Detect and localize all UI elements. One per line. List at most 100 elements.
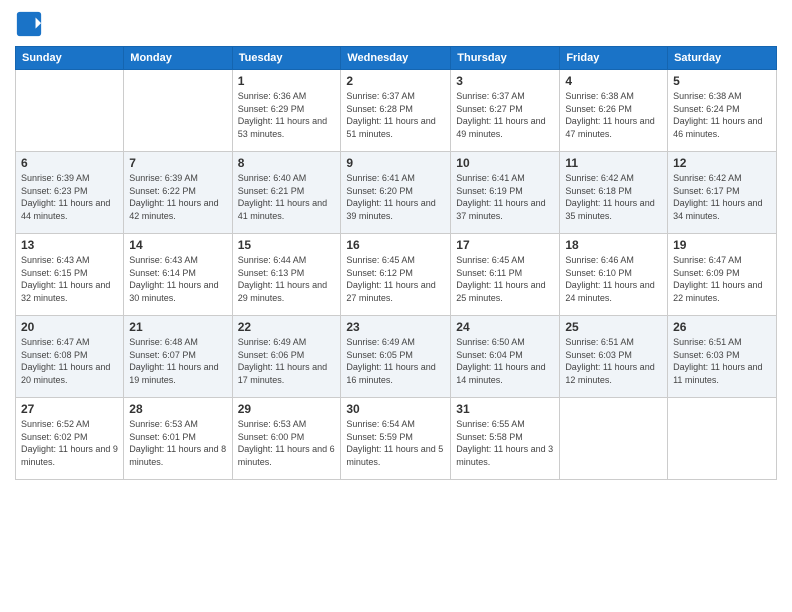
weekday-header-wednesday: Wednesday <box>341 47 451 70</box>
day-info: Sunrise: 6:47 AM Sunset: 6:08 PM Dayligh… <box>21 336 118 386</box>
day-number: 29 <box>238 402 336 416</box>
day-info: Sunrise: 6:38 AM Sunset: 6:24 PM Dayligh… <box>673 90 771 140</box>
day-cell: 19Sunrise: 6:47 AM Sunset: 6:09 PM Dayli… <box>668 234 777 316</box>
day-number: 1 <box>238 74 336 88</box>
day-cell: 23 Sunrise: 6:49 AM Sunset: 6:05 PM Dayli… <box>341 316 451 398</box>
day-cell <box>16 70 124 152</box>
weekday-header-saturday: Saturday <box>668 47 777 70</box>
day-number: 14 <box>129 238 226 252</box>
day-info: Sunrise: 6:42 AM Sunset: 6:17 PM Dayligh… <box>673 172 771 222</box>
day-cell: 7Sunrise: 6:39 AM Sunset: 6:22 PM Daylig… <box>124 152 232 234</box>
day-info: Sunrise: 6:39 AM Sunset: 6:23 PM Dayligh… <box>21 172 118 222</box>
day-info: Sunrise: 6:49 AM Sunset: 6:05 PM Dayligh… <box>346 336 445 386</box>
day-cell: 14 Sunrise: 6:43 AM Sunset: 6:14 PM Dayli… <box>124 234 232 316</box>
day-number: 5 <box>673 74 771 88</box>
day-info: Sunrise: 6:42 AM Sunset: 6:18 PM Dayligh… <box>565 172 662 222</box>
day-number: 23 <box>346 320 445 334</box>
day-cell: 13 Sunrise: 6:43 AM Sunset: 6:15 PM Dayli… <box>16 234 124 316</box>
day-info: Sunrise: 6:43 AM Sunset: 6:14 PM Dayligh… <box>129 254 226 304</box>
day-cell: 29Sunrise: 6:53 AM Sunset: 6:00 PM Dayli… <box>232 398 341 480</box>
day-cell: 1 Sunrise: 6:36 AM Sunset: 6:29 PM Daylig… <box>232 70 341 152</box>
weekday-header-sunday: Sunday <box>16 47 124 70</box>
day-cell: 17 Sunrise: 6:45 AM Sunset: 6:11 PM Dayli… <box>451 234 560 316</box>
weekday-header-monday: Monday <box>124 47 232 70</box>
day-number: 10 <box>456 156 554 170</box>
day-cell <box>124 70 232 152</box>
logo-icon <box>15 10 43 38</box>
day-number: 21 <box>129 320 226 334</box>
day-cell: 22 Sunrise: 6:49 AM Sunset: 6:06 PM Dayli… <box>232 316 341 398</box>
day-number: 20 <box>21 320 118 334</box>
day-number: 2 <box>346 74 445 88</box>
day-info: Sunrise: 6:41 AM Sunset: 6:20 PM Dayligh… <box>346 172 445 222</box>
day-number: 16 <box>346 238 445 252</box>
day-cell: 3Sunrise: 6:37 AM Sunset: 6:27 PM Daylig… <box>451 70 560 152</box>
day-number: 31 <box>456 402 554 416</box>
day-cell: 6 Sunrise: 6:39 AM Sunset: 6:23 PM Daylig… <box>16 152 124 234</box>
day-cell: 27Sunrise: 6:52 AM Sunset: 6:02 PM Dayli… <box>16 398 124 480</box>
day-number: 13 <box>21 238 118 252</box>
day-info: Sunrise: 6:36 AM Sunset: 6:29 PM Dayligh… <box>238 90 336 140</box>
day-info: Sunrise: 6:54 AM Sunset: 5:59 PM Dayligh… <box>346 418 445 468</box>
day-number: 9 <box>346 156 445 170</box>
day-info: Sunrise: 6:45 AM Sunset: 6:12 PM Dayligh… <box>346 254 445 304</box>
day-cell: 28Sunrise: 6:53 AM Sunset: 6:01 PM Dayli… <box>124 398 232 480</box>
day-number: 11 <box>565 156 662 170</box>
day-info: Sunrise: 6:44 AM Sunset: 6:13 PM Dayligh… <box>238 254 336 304</box>
day-cell: 26 Sunrise: 6:51 AM Sunset: 6:03 PM Dayli… <box>668 316 777 398</box>
day-info: Sunrise: 6:38 AM Sunset: 6:26 PM Dayligh… <box>565 90 662 140</box>
day-number: 7 <box>129 156 226 170</box>
day-number: 19 <box>673 238 771 252</box>
day-cell: 20 Sunrise: 6:47 AM Sunset: 6:08 PM Dayli… <box>16 316 124 398</box>
day-cell: 16 Sunrise: 6:45 AM Sunset: 6:12 PM Dayli… <box>341 234 451 316</box>
day-cell: 24 Sunrise: 6:50 AM Sunset: 6:04 PM Dayli… <box>451 316 560 398</box>
day-number: 15 <box>238 238 336 252</box>
day-info: Sunrise: 6:46 AM Sunset: 6:10 PM Dayligh… <box>565 254 662 304</box>
day-cell: 4 Sunrise: 6:38 AM Sunset: 6:26 PM Daylig… <box>560 70 668 152</box>
day-cell <box>560 398 668 480</box>
day-info: Sunrise: 6:37 AM Sunset: 6:27 PM Dayligh… <box>456 90 554 140</box>
day-number: 4 <box>565 74 662 88</box>
weekday-header-friday: Friday <box>560 47 668 70</box>
calendar-table: SundayMondayTuesdayWednesdayThursdayFrid… <box>15 46 777 480</box>
day-info: Sunrise: 6:41 AM Sunset: 6:19 PM Dayligh… <box>456 172 554 222</box>
day-cell: 9 Sunrise: 6:41 AM Sunset: 6:20 PM Daylig… <box>341 152 451 234</box>
week-row-3: 13 Sunrise: 6:43 AM Sunset: 6:15 PM Dayli… <box>16 234 777 316</box>
day-cell <box>668 398 777 480</box>
header <box>15 10 777 38</box>
day-number: 30 <box>346 402 445 416</box>
day-number: 27 <box>21 402 118 416</box>
day-cell: 21 Sunrise: 6:48 AM Sunset: 6:07 PM Dayli… <box>124 316 232 398</box>
week-row-4: 20 Sunrise: 6:47 AM Sunset: 6:08 PM Dayli… <box>16 316 777 398</box>
day-info: Sunrise: 6:45 AM Sunset: 6:11 PM Dayligh… <box>456 254 554 304</box>
day-info: Sunrise: 6:37 AM Sunset: 6:28 PM Dayligh… <box>346 90 445 140</box>
day-cell: 2 Sunrise: 6:37 AM Sunset: 6:28 PM Daylig… <box>341 70 451 152</box>
day-info: Sunrise: 6:51 AM Sunset: 6:03 PM Dayligh… <box>673 336 771 386</box>
weekday-header-thursday: Thursday <box>451 47 560 70</box>
weekday-header-tuesday: Tuesday <box>232 47 341 70</box>
day-info: Sunrise: 6:43 AM Sunset: 6:15 PM Dayligh… <box>21 254 118 304</box>
weekday-header-row: SundayMondayTuesdayWednesdayThursdayFrid… <box>16 47 777 70</box>
week-row-5: 27Sunrise: 6:52 AM Sunset: 6:02 PM Dayli… <box>16 398 777 480</box>
day-info: Sunrise: 6:40 AM Sunset: 6:21 PM Dayligh… <box>238 172 336 222</box>
day-number: 17 <box>456 238 554 252</box>
day-cell: 18 Sunrise: 6:46 AM Sunset: 6:10 PM Dayli… <box>560 234 668 316</box>
week-row-1: 1 Sunrise: 6:36 AM Sunset: 6:29 PM Daylig… <box>16 70 777 152</box>
logo <box>15 10 45 38</box>
day-cell: 12Sunrise: 6:42 AM Sunset: 6:17 PM Dayli… <box>668 152 777 234</box>
day-cell: 8Sunrise: 6:40 AM Sunset: 6:21 PM Daylig… <box>232 152 341 234</box>
day-number: 26 <box>673 320 771 334</box>
day-number: 22 <box>238 320 336 334</box>
day-number: 24 <box>456 320 554 334</box>
day-info: Sunrise: 6:49 AM Sunset: 6:06 PM Dayligh… <box>238 336 336 386</box>
day-cell: 31Sunrise: 6:55 AM Sunset: 5:58 PM Dayli… <box>451 398 560 480</box>
day-number: 28 <box>129 402 226 416</box>
day-info: Sunrise: 6:50 AM Sunset: 6:04 PM Dayligh… <box>456 336 554 386</box>
day-number: 18 <box>565 238 662 252</box>
day-number: 25 <box>565 320 662 334</box>
day-cell: 25Sunrise: 6:51 AM Sunset: 6:03 PM Dayli… <box>560 316 668 398</box>
day-info: Sunrise: 6:48 AM Sunset: 6:07 PM Dayligh… <box>129 336 226 386</box>
day-number: 6 <box>21 156 118 170</box>
calendar-page: SundayMondayTuesdayWednesdayThursdayFrid… <box>0 0 792 612</box>
day-cell: 5 Sunrise: 6:38 AM Sunset: 6:24 PM Daylig… <box>668 70 777 152</box>
